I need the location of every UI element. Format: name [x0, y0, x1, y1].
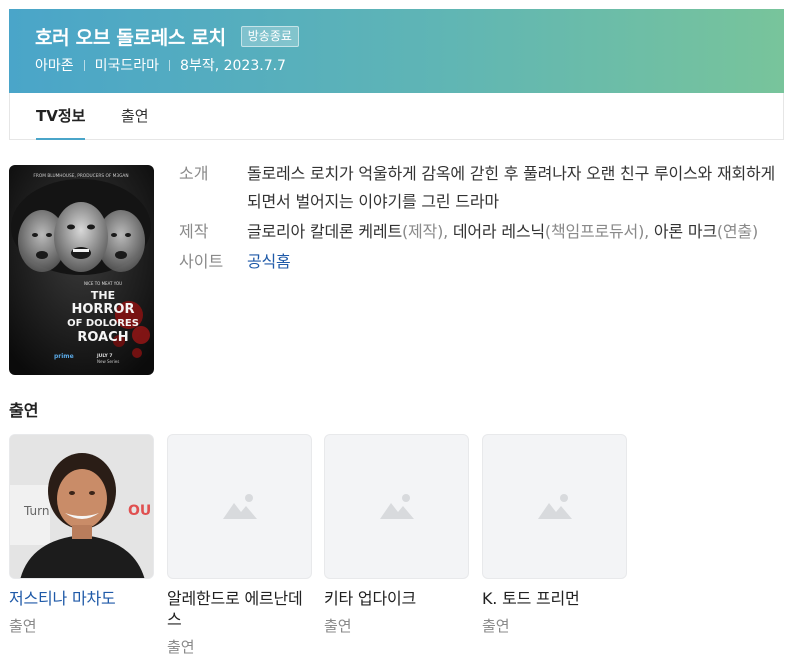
status-badge: 방송종료 — [240, 26, 299, 47]
cast-photo-placeholder[interactable] — [324, 434, 469, 579]
site-label: 사이트 — [179, 252, 224, 271]
program-title[interactable]: 호러 오브 돌로레스 로치 — [35, 23, 226, 50]
production-label: 제작 — [179, 222, 209, 241]
svg-text:OU: OU — [128, 503, 151, 519]
meta-divider — [83, 59, 85, 71]
poster-series: New Series — [97, 359, 119, 364]
meta-divider — [169, 59, 171, 71]
cast-role: 출연 — [9, 617, 37, 635]
tab-cast[interactable]: 출연 — [121, 93, 149, 139]
separator: , — [443, 222, 453, 241]
producer-name[interactable]: 데어라 레스닉 — [453, 222, 545, 241]
official-site-link[interactable]: 공식홈 — [247, 248, 784, 276]
producer-name[interactable]: 글로리아 칼데론 케레트 — [247, 222, 402, 241]
cast-name[interactable]: 저스티나 마차도 — [9, 588, 154, 609]
meta-channel: 아마존 — [35, 58, 74, 74]
tab-bar: TV정보 출연 — [9, 93, 784, 140]
image-placeholder-icon — [223, 494, 257, 519]
cast-card[interactable]: 알레한드로 에르난데스 출연 — [167, 434, 312, 657]
poster-title-line: OF DOLORES — [67, 318, 139, 329]
poster-title-line: THE — [91, 289, 115, 302]
poster-top-text: FROM BLUMHOUSE, PRODUCERS OF M3GAN — [33, 173, 128, 179]
separator: , — [644, 222, 654, 241]
producer-role: (제작) — [401, 222, 444, 241]
poster-title-line: ROACH — [77, 330, 128, 345]
cast-name[interactable]: 키타 업다이크 — [324, 588, 469, 609]
cast-role: 출연 — [167, 638, 195, 656]
meta-genre: 미국드라마 — [94, 58, 160, 74]
cast-photo-placeholder[interactable] — [482, 434, 627, 579]
director-role: (연출) — [716, 222, 758, 241]
cast-name[interactable]: K. 토드 프리먼 — [482, 588, 627, 609]
program-meta: 아마존 미국드라마 8부작, 2023.7.7 — [35, 55, 286, 75]
director-name[interactable]: 아론 마크 — [654, 222, 717, 241]
intro-label: 소개 — [179, 164, 209, 183]
info-row-site: 사이트 공식홈 — [179, 248, 784, 276]
title-row: 호러 오브 돌로레스 로치 방송종료 — [35, 23, 299, 50]
info-row-intro: 소개 돌로레스 로치가 억울하게 감옥에 갇힌 후 풀려나자 오랜 친구 루이스… — [179, 160, 784, 216]
cast-role: 출연 — [324, 617, 352, 635]
poster-tagline: NICE TO MEAT YOU — [84, 281, 122, 286]
producer-role: (책임프로듀서) — [544, 222, 645, 241]
image-placeholder-icon — [380, 494, 414, 519]
backdrop-text: Turn — [23, 504, 49, 518]
production-text: 글로리아 칼데론 케레트(제작), 데어라 레스닉(책임프로듀서), 아론 마크… — [247, 218, 784, 246]
cast-photo[interactable]: Turn OU — [9, 434, 154, 579]
cast-card[interactable]: K. 토드 프리먼 출연 — [482, 434, 627, 636]
image-placeholder-icon — [538, 494, 572, 519]
info-row-production: 제작 글로리아 칼데론 케레트(제작), 데어라 레스닉(책임프로듀서), 아론… — [179, 218, 784, 246]
poster-title-line: HORROR — [71, 302, 134, 317]
cast-name[interactable]: 알레한드로 에르난데스 — [167, 588, 312, 630]
intro-text: 돌로레스 로치가 억울하게 감옥에 갇힌 후 풀려나자 오랜 친구 루이스와 재… — [247, 164, 776, 211]
cast-card[interactable]: Turn OU 저스티나 마차도 출연 — [9, 434, 154, 636]
meta-episodes-date: 8부작, 2023.7.7 — [180, 58, 286, 74]
poster-image[interactable]: FROM BLUMHOUSE, PRODUCERS OF M3GAN NICE … — [9, 165, 154, 375]
cast-heading: 출연 — [9, 401, 39, 420]
cast-card[interactable]: 키타 업다이크 출연 — [324, 434, 469, 636]
cast-role: 출연 — [482, 617, 510, 635]
tab-tv-info[interactable]: TV정보 — [36, 93, 86, 140]
program-info: 소개 돌로레스 로치가 억울하게 감옥에 갇힌 후 풀려나자 오랜 친구 루이스… — [179, 160, 784, 276]
cast-photo-placeholder[interactable] — [167, 434, 312, 579]
program-header: 호러 오브 돌로레스 로치 방송종료 아마존 미국드라마 8부작, 2023.7… — [9, 9, 784, 93]
poster-brand: prime — [54, 353, 74, 360]
